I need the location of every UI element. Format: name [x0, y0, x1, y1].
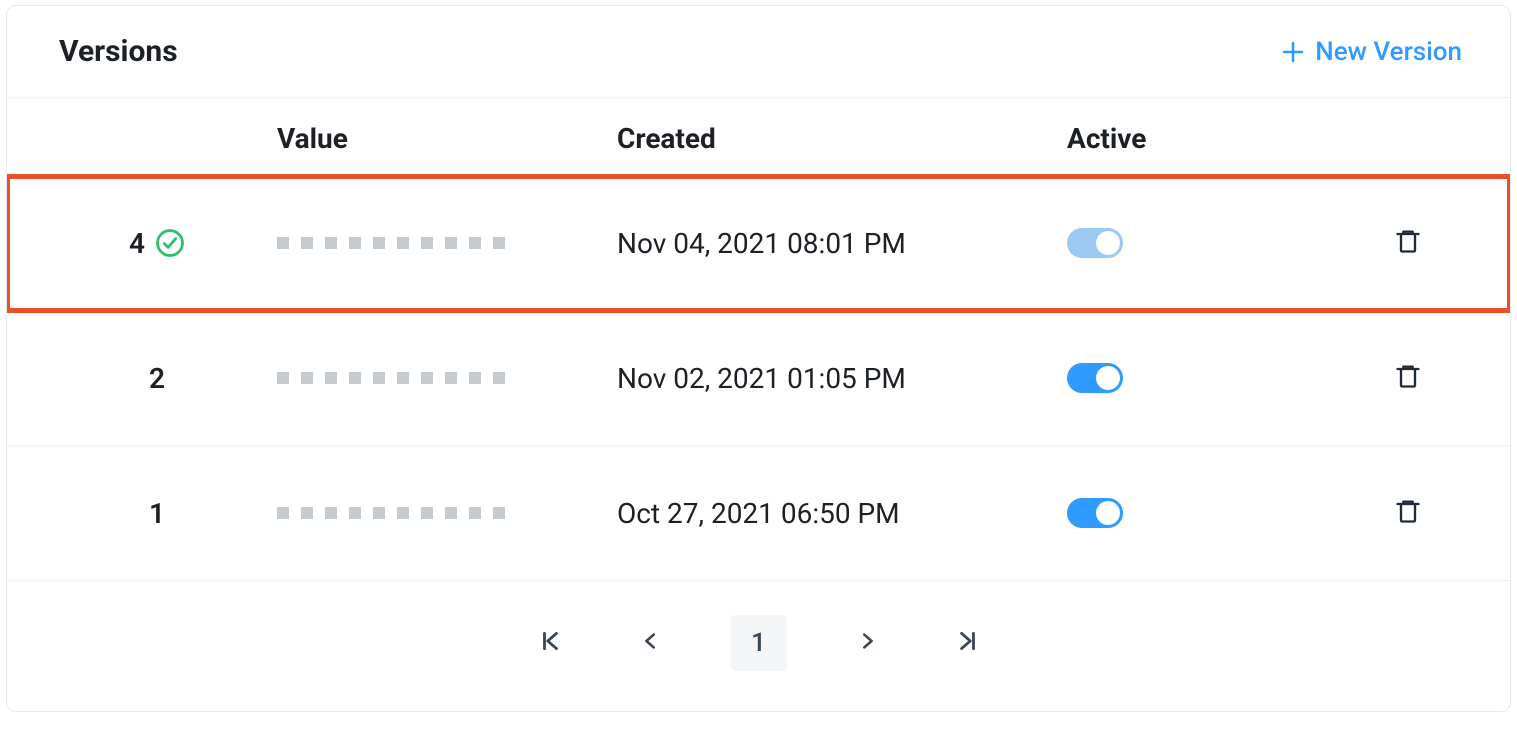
created-date: Oct 27, 2021 06:50 PM — [617, 497, 1067, 530]
versions-card: Versions New Version Value Created Activ… — [6, 5, 1511, 712]
actions-cell — [1347, 226, 1510, 260]
delete-button[interactable] — [1394, 226, 1422, 260]
table-row: 2 Nov 02, 2021 01:05 PM — [7, 311, 1510, 446]
active-toggle[interactable] — [1067, 498, 1123, 528]
masked-value — [277, 372, 617, 384]
created-date: Nov 04, 2021 08:01 PM — [617, 227, 1067, 260]
trash-icon — [1394, 361, 1422, 395]
trash-icon — [1394, 496, 1422, 530]
version-number: 1 — [149, 497, 165, 530]
table-row: 1 Oct 27, 2021 06:50 PM — [7, 446, 1510, 581]
version-cell: 4 — [7, 227, 277, 260]
active-cell — [1067, 363, 1347, 393]
new-version-label: New Version — [1315, 37, 1462, 67]
active-cell — [1067, 228, 1347, 258]
plus-icon — [1281, 40, 1305, 64]
card-title: Versions — [59, 34, 178, 69]
prev-page-button[interactable] — [631, 618, 671, 668]
delete-button[interactable] — [1394, 361, 1422, 395]
chevron-last-icon — [954, 628, 980, 658]
check-circle-icon — [155, 228, 185, 258]
masked-value — [277, 507, 617, 519]
active-toggle[interactable] — [1067, 228, 1123, 258]
active-cell — [1067, 498, 1347, 528]
column-header-value: Value — [277, 122, 617, 155]
last-page-button[interactable] — [947, 618, 987, 668]
chevron-first-icon — [538, 628, 564, 658]
created-date: Nov 02, 2021 01:05 PM — [617, 362, 1067, 395]
actions-cell — [1347, 496, 1510, 530]
version-number: 2 — [149, 362, 165, 395]
column-header-active: Active — [1067, 122, 1347, 155]
first-page-button[interactable] — [531, 618, 571, 668]
delete-button[interactable] — [1394, 496, 1422, 530]
version-cell: 1 — [7, 497, 277, 530]
current-page[interactable]: 1 — [731, 615, 787, 671]
table-header-row: Value Created Active — [7, 98, 1510, 176]
trash-icon — [1394, 226, 1422, 260]
chevron-left-icon — [640, 630, 662, 656]
table-row: 4 Nov 04, 2021 08:01 PM — [7, 176, 1510, 311]
chevron-right-icon — [856, 630, 878, 656]
card-header: Versions New Version — [7, 6, 1510, 98]
actions-cell — [1347, 361, 1510, 395]
version-cell: 2 — [7, 362, 277, 395]
version-number: 4 — [129, 227, 145, 260]
new-version-button[interactable]: New Version — [1281, 37, 1462, 67]
active-toggle[interactable] — [1067, 363, 1123, 393]
pagination: 1 — [7, 581, 1510, 711]
column-header-created: Created — [617, 122, 1067, 155]
next-page-button[interactable] — [847, 618, 887, 668]
masked-value — [277, 237, 617, 249]
